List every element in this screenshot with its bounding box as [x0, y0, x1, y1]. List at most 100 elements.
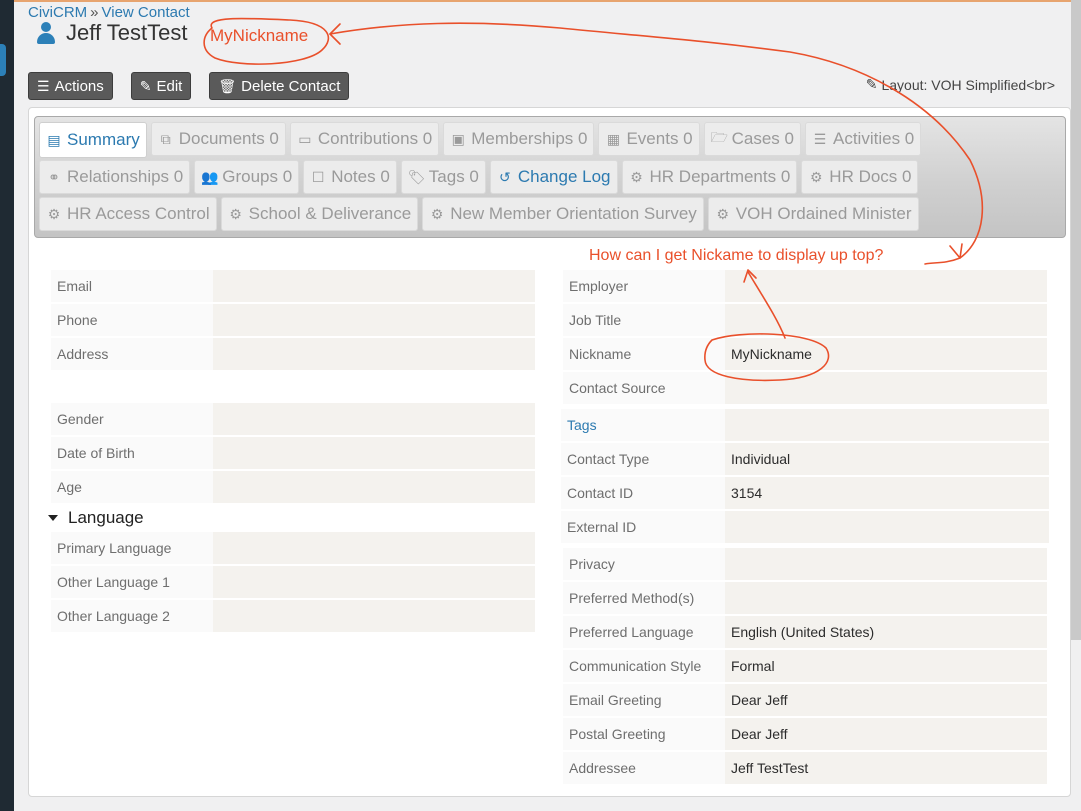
folder-open-icon: 🗁: [710, 129, 728, 145]
gear-icon: ⚙: [810, 168, 823, 185]
delete-contact-button[interactable]: 🗑 Delete Contact: [209, 72, 350, 100]
field-row-date-of-birth: Date of Birth: [51, 437, 535, 469]
tab-school-deliverance[interactable]: ⚙ School & Deliverance: [220, 197, 419, 231]
breadcrumb: CiviCRM» View Contact: [28, 4, 190, 21]
tab-row: ⚙ HR Access Control ⚙ School & Deliverance ⚙…: [39, 197, 919, 231]
field-row-email-greeting: Email Greeting Dear Jeff: [563, 684, 1047, 716]
breadcrumb-separator: »: [90, 4, 99, 21]
field-value: [213, 437, 535, 469]
language-section-toggle[interactable]: Language: [48, 508, 144, 528]
tab-label: New Member Orientation Survey: [450, 204, 697, 223]
field-label: Postal Greeting: [563, 718, 725, 750]
actions-button[interactable]: ☰ Actions: [28, 72, 113, 100]
field-row-tags: Tags: [561, 409, 1049, 441]
field-label: Job Title: [563, 304, 725, 336]
field-row-postal-greeting: Postal Greeting Dear Jeff: [563, 718, 1047, 750]
field-value: [725, 372, 1047, 404]
field-row-address: Address: [51, 338, 535, 370]
field-label: External ID: [561, 511, 725, 543]
tab-events[interactable]: ▦ Events 0: [598, 122, 700, 156]
gear-icon: ⚙: [630, 168, 643, 185]
tab-label: HR Docs 0: [829, 167, 912, 186]
field-value: Jeff TestTest: [725, 752, 1047, 784]
edit-label: Edit: [156, 77, 183, 95]
tags-icon: 🏷: [407, 168, 426, 185]
basic-info-block: Tags Contact Type Individual Contact ID 3154…: [561, 409, 1049, 545]
field-label: Contact Type: [561, 443, 725, 475]
field-row-nickname: Nickname MyNickname: [563, 338, 1047, 370]
breadcrumb-root-link[interactable]: CiviCRM: [28, 4, 87, 21]
scrollbar[interactable]: [1071, 0, 1081, 640]
tab-label: VOH Ordained Minister: [735, 204, 912, 223]
scrollbar-track: [1071, 640, 1081, 811]
field-value: [213, 471, 535, 503]
user-icon: [36, 22, 56, 44]
field-row-age: Age: [51, 471, 535, 503]
tab-voh-ordained-minister[interactable]: ⚙ VOH Ordained Minister: [707, 197, 919, 231]
tab-summary[interactable]: ▤ Summary: [39, 122, 147, 158]
field-label: Gender: [51, 403, 213, 435]
field-value: [213, 338, 535, 370]
tab-documents[interactable]: ⧉ Documents 0: [150, 122, 286, 156]
tab-label: Memberships 0: [471, 129, 588, 148]
field-value: [213, 566, 535, 598]
page-title: Jeff TestTest: [36, 20, 187, 46]
top-accent-bar: [0, 0, 1081, 2]
gear-icon: ⚙: [716, 205, 730, 222]
tab-tags[interactable]: 🏷 Tags 0: [400, 160, 486, 194]
annotation-arrowhead-title: [329, 23, 341, 45]
field-row-communication-style: Communication Style Formal: [563, 650, 1047, 682]
field-value: [213, 532, 535, 564]
annotation-question: How can I get Nickame to display up top?: [589, 247, 884, 264]
tab-new-member-orientation-survey[interactable]: ⚙ New Member Orientation Survey: [422, 197, 704, 231]
field-label[interactable]: Tags: [561, 409, 725, 441]
annotation-nickname-note: MyNickname: [210, 26, 309, 45]
tab-label: Groups 0: [222, 167, 293, 186]
actions-label: Actions: [54, 77, 104, 95]
field-value: MyNickname: [725, 338, 1047, 370]
tab-label: HR Access Control: [67, 204, 210, 223]
layout-label: Layout: VOH Simplified<br>: [881, 76, 1055, 93]
contact-name: Jeff TestTest: [66, 20, 188, 45]
tab-change-log[interactable]: ↺ Change Log: [489, 160, 618, 194]
tab-bar: ▤ Summary ⧉ Documents 0 ▭ Contributions 0 ▣ Mem…: [34, 116, 1066, 238]
tab-notes[interactable]: ☐ Notes 0: [303, 160, 397, 194]
field-label: Email: [51, 270, 213, 302]
edit-button[interactable]: ✎ Edit: [130, 72, 192, 100]
field-label: Other Language 2: [51, 600, 213, 632]
field-row-job-title: Job Title: [563, 304, 1047, 336]
field-row-preferred-language: Preferred Language English (United States…: [563, 616, 1047, 648]
tab-label: Summary: [67, 130, 140, 149]
field-label: Address: [51, 338, 213, 370]
field-label: Contact Source: [563, 372, 725, 404]
id-badge-icon: ▣: [451, 130, 465, 147]
tab-groups[interactable]: 👥 Groups 0: [194, 160, 300, 194]
tab-label: School & Deliverance: [248, 204, 412, 223]
tab-memberships[interactable]: ▣ Memberships 0: [443, 122, 595, 156]
delete-label: Delete Contact: [241, 77, 341, 95]
field-label: Email Greeting: [563, 684, 725, 716]
field-row-external-id: External ID: [561, 511, 1049, 543]
language-section-title: Language: [68, 508, 144, 527]
field-label: Phone: [51, 304, 213, 336]
tab-relationships[interactable]: ⚭ Relationships 0: [39, 160, 191, 194]
field-value: [213, 403, 535, 435]
tab-hr-docs[interactable]: ⚙ HR Docs 0: [801, 160, 919, 194]
tasks-icon: ☰: [813, 130, 827, 147]
tab-cases[interactable]: 🗁 Cases 0: [703, 122, 801, 156]
tab-hr-departments[interactable]: ⚙ HR Departments 0: [621, 160, 798, 194]
tab-label: Notes 0: [331, 167, 390, 186]
tab-activities[interactable]: ☰ Activities 0: [805, 122, 922, 156]
tab-contributions[interactable]: ▭ Contributions 0: [289, 122, 440, 156]
bars-icon: ☰: [37, 77, 50, 94]
action-toolbar: ☰ Actions ✎ Edit 🗑 Delete Contact: [28, 72, 350, 100]
tab-label: Cases 0: [731, 129, 794, 148]
field-label: Communication Style: [563, 650, 725, 682]
breadcrumb-current-link[interactable]: View Contact: [102, 4, 190, 21]
sidebar-toggle[interactable]: [0, 44, 6, 76]
field-row-contact-type: Contact Type Individual: [561, 443, 1049, 475]
field-row-phone: Phone: [51, 304, 535, 336]
tab-hr-access-control[interactable]: ⚙ HR Access Control: [39, 197, 217, 231]
layout-link[interactable]: ✎ Layout: VOH Simplified<br>: [866, 76, 1055, 93]
preferences-block: Privacy Preferred Method(s) Preferred Lang…: [563, 548, 1047, 786]
